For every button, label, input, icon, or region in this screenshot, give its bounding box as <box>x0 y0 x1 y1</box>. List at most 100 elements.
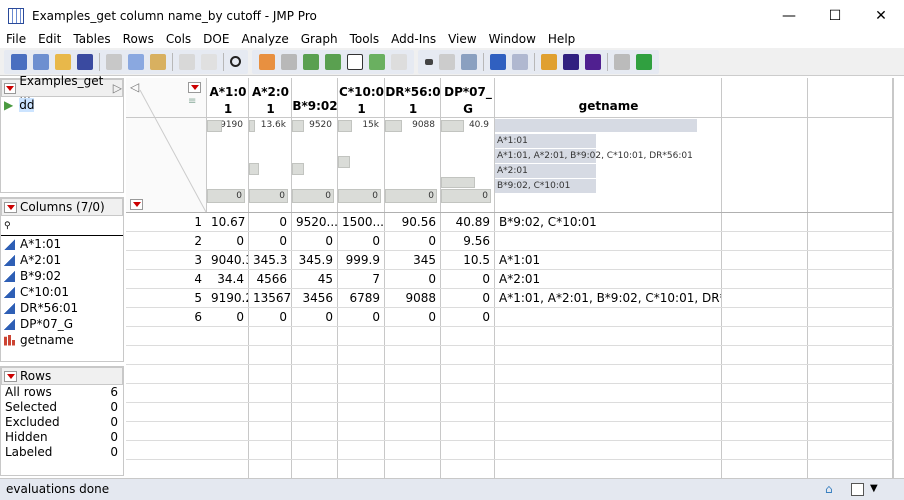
table-cell[interactable]: 10.5 <box>441 251 494 269</box>
home-icon[interactable]: ⌂ <box>825 479 833 499</box>
graph-builder-icon[interactable] <box>303 53 319 70</box>
join-icon[interactable] <box>563 53 579 70</box>
table-cell[interactable]: 9040.3 <box>207 251 248 269</box>
table-cell[interactable]: 40.89 <box>441 213 494 231</box>
zoom-report-icon[interactable] <box>512 53 528 70</box>
sort-icon[interactable] <box>425 58 433 65</box>
menu-add-ins[interactable]: Add-Ins <box>385 32 442 48</box>
table-cell[interactable]: 0 <box>338 308 384 326</box>
row-number[interactable]: 1 <box>126 213 206 231</box>
menu-tables[interactable]: Tables <box>67 32 116 48</box>
tables-panel-header[interactable]: Examples_get ... ▷ <box>1 74 123 102</box>
table-cell[interactable]: 345.3 <box>249 251 291 269</box>
table-cell[interactable]: 13567 <box>249 289 291 307</box>
table-cell[interactable]: 34.4 <box>207 270 248 288</box>
table-cell[interactable]: 0 <box>441 270 494 288</box>
menu-window[interactable]: Window <box>483 32 542 48</box>
table-cell[interactable]: 45 <box>292 270 337 288</box>
table-cell[interactable]: 0 <box>292 232 337 250</box>
table-cell[interactable]: B*9:02, C*10:01 <box>495 213 721 231</box>
table-cell[interactable]: 345 <box>385 251 440 269</box>
cut-icon[interactable] <box>106 53 122 70</box>
column-list-item[interactable]: B*9:02 <box>1 268 123 284</box>
column-header[interactable]: DR*56:0 1 <box>385 84 441 118</box>
red-triangle-menu-icon[interactable] <box>4 370 17 382</box>
table-cell[interactable]: 0 <box>385 270 440 288</box>
collapse-arrow-icon[interactable]: ▷ <box>113 81 122 95</box>
column-header[interactable]: C*10:0 1 <box>338 84 385 118</box>
table-cell[interactable]: 0 <box>207 308 248 326</box>
column-list-item[interactable]: DP*07_G <box>1 316 123 332</box>
menu-rows[interactable]: Rows <box>117 32 160 48</box>
paste-icon[interactable] <box>150 53 166 70</box>
table-cell[interactable]: A*1:01, A*2:01, B*9:02, C*10:01, DR*56:0… <box>495 289 721 307</box>
menu-file[interactable]: File <box>0 32 32 48</box>
formula-icon[interactable] <box>614 53 630 70</box>
copy-icon[interactable] <box>128 53 144 70</box>
fit-model-icon[interactable] <box>369 53 385 70</box>
minimize-button[interactable]: — <box>766 0 812 32</box>
table-cell[interactable]: 6789 <box>338 289 384 307</box>
lock-icon[interactable] <box>201 53 217 70</box>
menu-analyze[interactable]: Analyze <box>235 32 294 48</box>
numbers-icon[interactable] <box>461 53 477 70</box>
row-number[interactable]: 5 <box>126 289 206 307</box>
column-header[interactable]: DP*07_ G <box>441 84 495 118</box>
table-cell[interactable] <box>495 232 721 250</box>
column-header[interactable]: A*2:0 1 <box>249 84 292 118</box>
table-cell[interactable]: 0 <box>441 289 494 307</box>
column-list-item[interactable]: C*10:01 <box>1 284 123 300</box>
table-cell[interactable]: 9.56 <box>441 232 494 250</box>
table-cell[interactable]: 9088 <box>385 289 440 307</box>
red-triangle-menu-icon[interactable] <box>4 82 17 94</box>
table-cell[interactable]: 10.67 <box>207 213 248 231</box>
report-icon[interactable] <box>490 53 506 70</box>
table-cell[interactable]: 9190.2 <box>207 289 248 307</box>
search-icon[interactable] <box>230 56 241 67</box>
column-header[interactable]: getname <box>495 98 722 115</box>
new-script-icon[interactable] <box>33 53 49 70</box>
dropdown-arrow-icon[interactable]: ▼ <box>870 479 878 499</box>
distribution-icon[interactable] <box>325 53 341 70</box>
open-folder-icon[interactable] <box>55 53 71 70</box>
row-number[interactable]: 6 <box>126 308 206 326</box>
column-list-item[interactable]: getname <box>1 332 123 348</box>
table-cell[interactable]: A*1:01 <box>495 251 721 269</box>
table-cell[interactable]: 4566 <box>249 270 291 288</box>
embed-icon[interactable] <box>179 53 195 70</box>
table-cell[interactable]: 0 <box>338 232 384 250</box>
column-list-item[interactable]: A*2:01 <box>1 252 123 268</box>
table-cell[interactable]: 90.56 <box>385 213 440 231</box>
table-cell[interactable]: 0 <box>249 213 291 231</box>
row-number[interactable]: 4 <box>126 270 206 288</box>
data-table-icon[interactable] <box>259 53 275 70</box>
column-list-item[interactable]: DR*56:01 <box>1 300 123 316</box>
column-list-item[interactable]: A*1:01 <box>1 236 123 252</box>
column-search-input[interactable]: ⚲ <box>1 216 123 236</box>
table-cell[interactable]: 0 <box>249 232 291 250</box>
run-script-icon[interactable] <box>636 53 652 70</box>
save-icon[interactable] <box>77 53 93 70</box>
table-cell[interactable]: 0 <box>385 308 440 326</box>
sort-rows-icon[interactable] <box>541 53 557 70</box>
menu-view[interactable]: View <box>442 32 482 48</box>
red-triangle-menu-icon[interactable] <box>4 201 17 213</box>
menu-tools[interactable]: Tools <box>344 32 386 48</box>
table-cell[interactable]: A*2:01 <box>495 270 721 288</box>
table-cell[interactable]: 999.9 <box>338 251 384 269</box>
table-cell[interactable]: 1500... <box>338 213 384 231</box>
menu-doe[interactable]: DOE <box>197 32 235 48</box>
row-number[interactable]: 3 <box>126 251 206 269</box>
rows-panel-header[interactable]: Rows <box>1 367 123 385</box>
vertical-scrollbar[interactable] <box>893 78 904 478</box>
calculator-icon[interactable] <box>281 53 297 70</box>
table-cell[interactable]: 0 <box>385 232 440 250</box>
menu-graph[interactable]: Graph <box>295 32 344 48</box>
menu-help[interactable]: Help <box>542 32 581 48</box>
table-cell[interactable]: 7 <box>338 270 384 288</box>
close-button[interactable]: ✕ <box>858 0 904 32</box>
table-cell[interactable] <box>495 308 721 326</box>
table-cell[interactable]: 0 <box>441 308 494 326</box>
window-list-icon[interactable] <box>851 483 864 496</box>
split-icon[interactable] <box>585 53 601 70</box>
